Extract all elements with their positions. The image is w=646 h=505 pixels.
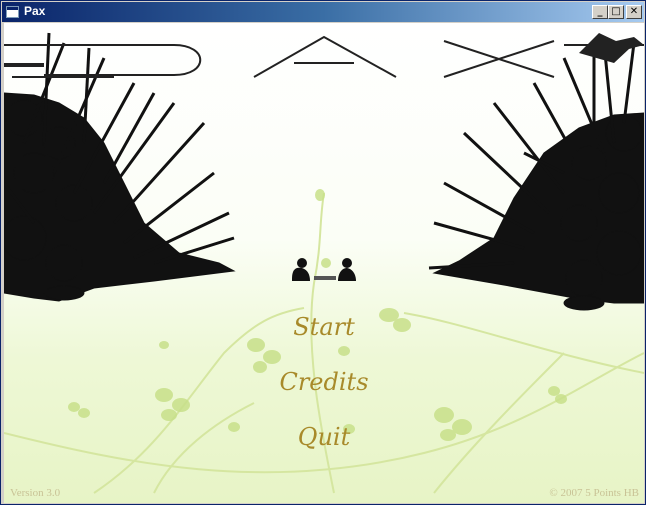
right-silhouette <box>428 42 644 311</box>
game-canvas: Start Credits Quit Version 3.0 © 2007 5 … <box>4 23 644 503</box>
copyright-label: © 2007 5 Points HB <box>549 487 639 499</box>
window-icon <box>6 6 19 18</box>
window-title: Pax <box>24 4 46 18</box>
close-button[interactable]: ✕ <box>626 5 642 19</box>
game-window: Pax _ □ ✕ Start Credits Quit Version 3.0… <box>0 0 646 505</box>
quit-button[interactable]: Quit <box>4 423 644 451</box>
pax-logo <box>4 33 644 78</box>
maximize-button[interactable]: □ <box>608 5 624 19</box>
title-bar[interactable]: Pax _ □ ✕ <box>2 2 644 22</box>
minimize-button[interactable]: _ <box>592 5 608 19</box>
version-label: Version 3.0 <box>10 487 61 499</box>
start-button[interactable]: Start <box>4 313 644 341</box>
credits-button[interactable]: Credits <box>4 368 644 396</box>
